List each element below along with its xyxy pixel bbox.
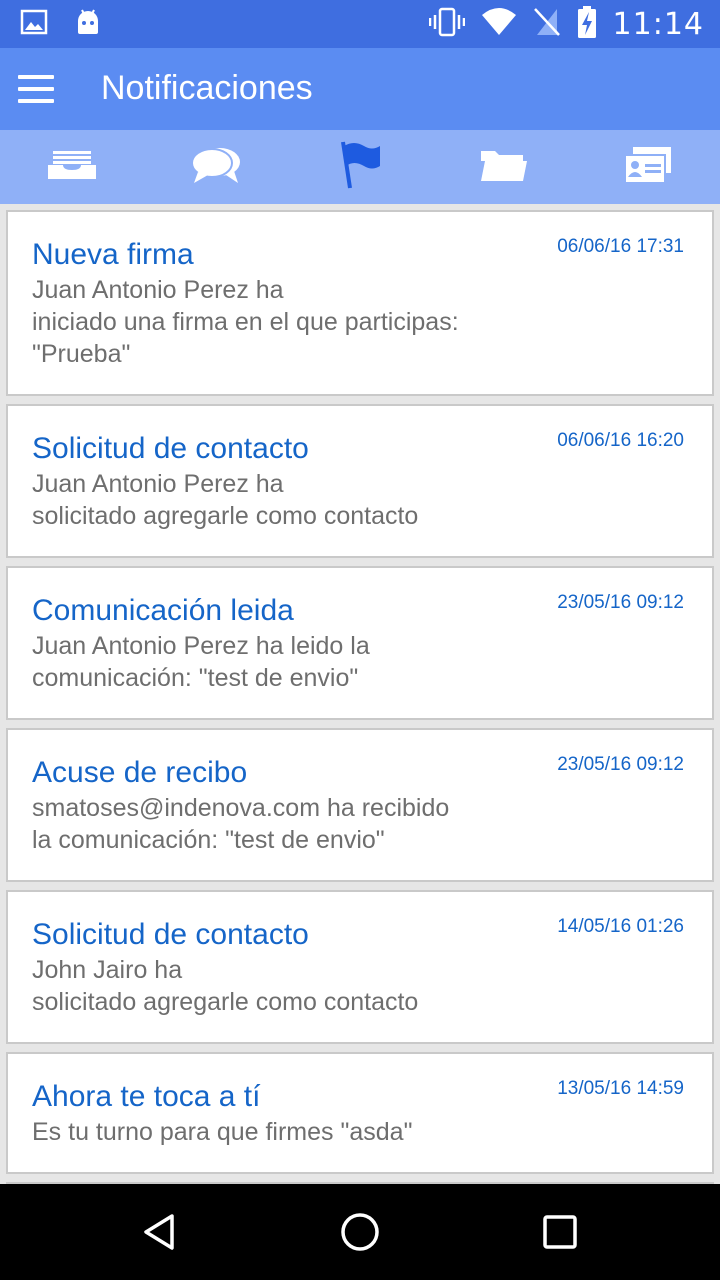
tab-flag[interactable] (288, 130, 432, 204)
image-icon (20, 8, 48, 41)
back-icon[interactable] (120, 1192, 200, 1272)
battery-charging-icon (577, 5, 597, 43)
notification-text: Juan Antonio Perez ha leido la comunicac… (32, 632, 370, 692)
android-icon (74, 8, 102, 41)
notification-item[interactable]: Solicitud de contacto 06/06/16 16:20 Jua… (6, 404, 714, 558)
app-bar: Notificaciones (0, 48, 720, 130)
inbox-tray-icon (47, 149, 97, 186)
notification-text: smatoses@indenova.com ha recibido la com… (32, 794, 450, 854)
no-sim-icon (533, 7, 561, 42)
page-title: Notificaciones (101, 69, 313, 107)
notification-date: 06/06/16 16:20 (557, 430, 684, 451)
notification-text: Juan Antonio Perez ha iniciado una firma… (32, 276, 459, 368)
notification-item[interactable]: Acuse de recibo 23/05/16 09:12 smatoses@… (6, 728, 714, 882)
status-clock: 11:14 (612, 6, 704, 42)
chat-bubbles-icon (190, 145, 242, 190)
notification-date: 23/05/16 09:12 (557, 754, 684, 775)
notification-text: John Jairo ha solicitado agregarle como … (32, 956, 419, 1016)
notification-date: 14/05/16 01:26 (557, 916, 684, 937)
notification-date: 13/05/16 14:59 (557, 1078, 684, 1099)
notification-text: Es tu turno para que firmes "asda" (32, 1118, 413, 1146)
home-icon[interactable] (320, 1192, 400, 1272)
notification-item[interactable]: Solicitud de contacto 14/05/16 01:26 Joh… (6, 890, 714, 1044)
navigation-bar (0, 1184, 720, 1280)
notification-text: Juan Antonio Perez ha solicitado agregar… (32, 470, 419, 530)
tab-chat[interactable] (144, 130, 288, 204)
notification-item[interactable]: Ahora te toca a tí 13/05/16 14:59 Es tu … (6, 1052, 714, 1174)
tab-inbox[interactable] (0, 130, 144, 204)
hamburger-menu-icon[interactable] (12, 65, 60, 113)
flag-icon (338, 140, 382, 195)
notification-item[interactable]: Comunicación leida 23/05/16 09:12 Juan A… (6, 566, 714, 720)
folder-icon (479, 147, 529, 188)
recents-icon[interactable] (520, 1192, 600, 1272)
tab-folder[interactable] (432, 130, 576, 204)
notification-list[interactable]: Nueva firma 06/06/16 17:31 Juan Antonio … (0, 204, 720, 1184)
tab-bar (0, 130, 720, 204)
vibrate-icon (428, 7, 465, 42)
notification-item[interactable]: Nueva firma 06/06/16 17:31 Juan Antonio … (6, 210, 714, 396)
contact-card-icon (623, 145, 673, 190)
notification-date: 06/06/16 17:31 (557, 236, 684, 257)
wifi-icon (481, 7, 517, 42)
tab-contacts[interactable] (576, 130, 720, 204)
status-bar: 11:14 (0, 0, 720, 48)
notification-date: 23/05/16 09:12 (557, 592, 684, 613)
